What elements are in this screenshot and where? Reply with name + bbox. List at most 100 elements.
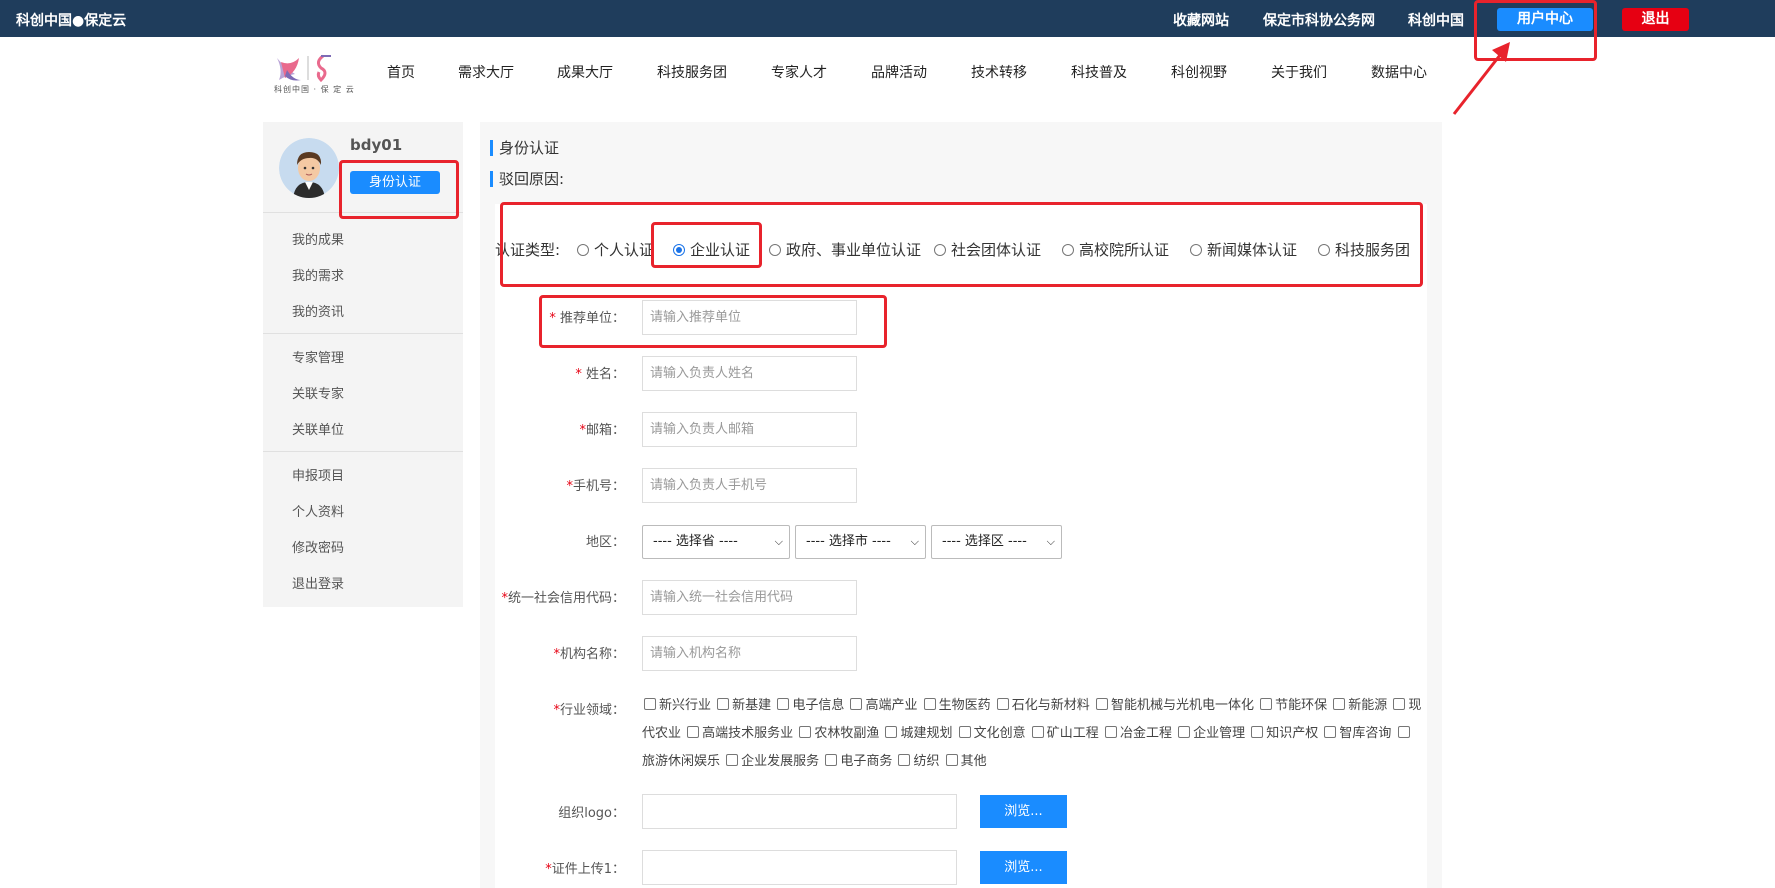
city-select[interactable]: ---- 选择市 ---- ⌵ (795, 525, 926, 559)
checkbox[interactable] (1104, 726, 1117, 738)
checkbox[interactable] (1260, 698, 1273, 710)
checkbox[interactable] (1393, 698, 1406, 710)
checkbox[interactable] (923, 698, 936, 710)
industry-option-label: 高端技术服务业 (702, 726, 794, 741)
name-input[interactable]: 请输入负责人姓名 (642, 356, 857, 391)
nav-sci-service-team[interactable]: 科技服务团 (657, 62, 727, 82)
industry-option[interactable]: 城建规划 (883, 726, 952, 741)
nav-tech-transfer[interactable]: 技术转移 (971, 62, 1027, 82)
industry-option[interactable]: 知识产权 (1249, 726, 1318, 741)
org-logo-file-field[interactable] (642, 794, 957, 829)
nav-brand-events[interactable]: 品牌活动 (871, 62, 927, 82)
industry-option[interactable]: 智能机械与光机电一体化 (1094, 698, 1254, 713)
site-logo[interactable]: 科创中国 · 保 定 云 (271, 50, 354, 96)
industry-option[interactable]: 纺织 (896, 754, 939, 769)
nav-achievement-hall[interactable]: 成果大厅 (557, 62, 613, 82)
checkbox[interactable] (1397, 726, 1410, 738)
industry-option[interactable]: 冶金工程 (1103, 726, 1172, 741)
checkbox[interactable] (996, 698, 1009, 710)
checkbox[interactable] (687, 726, 700, 738)
cert1-file-field[interactable] (642, 850, 957, 885)
email-label: *邮箱： (579, 423, 625, 438)
checkbox[interactable] (1324, 726, 1337, 738)
checkbox[interactable] (825, 754, 838, 766)
industry-option[interactable]: 文化创意 (957, 726, 1026, 741)
sidebar-item-my-news[interactable]: 我的资讯 (292, 301, 344, 320)
checkbox[interactable] (850, 698, 863, 710)
industry-option[interactable]: 智库咨询 (1322, 726, 1391, 741)
industry-option[interactable]: 高端技术服务业 (685, 726, 793, 741)
sidebar-item-expert-management[interactable]: 专家管理 (292, 347, 344, 366)
industry-option[interactable]: 石化与新材料 (995, 698, 1090, 713)
industry-option[interactable]: 农林牧副渔 (797, 726, 879, 741)
checkbox[interactable] (799, 726, 812, 738)
nav-data-center[interactable]: 数据中心 (1371, 62, 1427, 82)
org-logo-browse-button[interactable]: 浏览... (980, 795, 1067, 828)
logout-button[interactable]: 退出 (1622, 8, 1689, 31)
checkbox[interactable] (898, 754, 911, 766)
checkbox[interactable] (644, 698, 656, 710)
sidebar-item-logout[interactable]: 退出登录 (292, 573, 344, 592)
checkbox[interactable] (726, 754, 739, 766)
industry-option-label: 矿山工程 (1046, 726, 1099, 741)
checkbox[interactable] (777, 698, 790, 710)
industry-option-label: 其他 (960, 754, 987, 769)
sidebar-item-my-achievements[interactable]: 我的成果 (292, 229, 344, 248)
sidebar-item-my-demands[interactable]: 我的需求 (292, 265, 344, 284)
kechuang-china-link[interactable]: 科创中国 (1408, 10, 1464, 30)
industry-option[interactable]: 新兴行业 (642, 698, 711, 713)
nav-home[interactable]: 首页 (387, 62, 415, 82)
org-name-input[interactable]: 请输入机构名称 (642, 636, 857, 671)
industry-option[interactable]: 生物医药 (922, 698, 991, 713)
checkbox[interactable] (1333, 698, 1346, 710)
sidebar-item-apply-project[interactable]: 申报项目 (292, 465, 344, 484)
industry-option[interactable]: 新能源 (1331, 698, 1387, 713)
nav-demand-hall[interactable]: 需求大厅 (458, 62, 514, 82)
region-label: 地区： (585, 535, 625, 550)
checkbox[interactable] (1251, 726, 1264, 738)
industry-option-label: 节能环保 (1275, 698, 1328, 713)
industry-option[interactable]: 节能环保 (1258, 698, 1327, 713)
sidebar-item-change-password[interactable]: 修改密码 (292, 537, 344, 556)
industry-option-label: 新兴行业 (659, 698, 712, 713)
industry-option[interactable]: 新基建 (715, 698, 771, 713)
industry-option[interactable]: 企业发展服务 (724, 754, 819, 769)
checkbox[interactable] (1031, 726, 1044, 738)
reject-reason-label: 驳回原因: (490, 171, 564, 187)
industry-option-label: 石化与新材料 (1011, 698, 1090, 713)
industry-option[interactable]: 企业管理 (1176, 726, 1245, 741)
nav-innovation-vision[interactable]: 科创视野 (1171, 62, 1227, 82)
industry-option[interactable]: 电子信息 (775, 698, 844, 713)
credit-code-label: *统一社会信用代码： (501, 591, 625, 606)
phone-input[interactable]: 请输入负责人手机号 (642, 468, 857, 503)
highlight-enterprise (651, 222, 762, 268)
industry-option[interactable]: 电子商务 (823, 754, 892, 769)
nav-experts[interactable]: 专家人才 (771, 62, 827, 82)
username: bdy01 (350, 136, 403, 154)
baoding-cast-link[interactable]: 保定市科协公务网 (1263, 10, 1375, 30)
checkbox[interactable] (958, 726, 971, 738)
credit-code-input[interactable]: 请输入统一社会信用代码 (642, 580, 857, 615)
chevron-down-icon: ⌵ (910, 535, 919, 548)
sidebar-item-linked-units[interactable]: 关联单位 (292, 419, 344, 438)
nav-about-us[interactable]: 关于我们 (1271, 62, 1327, 82)
industry-option[interactable]: 其他 (944, 754, 987, 769)
checkbox[interactable] (1095, 698, 1108, 710)
bookmark-site-link[interactable]: 收藏网站 (1173, 10, 1229, 30)
sidebar-item-linked-experts[interactable]: 关联专家 (292, 383, 344, 402)
district-select[interactable]: ---- 选择区 ---- ⌵ (931, 525, 1062, 559)
checkbox[interactable] (885, 726, 898, 738)
checkbox[interactable] (1178, 726, 1191, 738)
province-select[interactable]: ---- 选择省 ---- ⌵ (642, 525, 790, 559)
industry-option-label: 新基建 (732, 698, 772, 713)
sidebar-item-profile[interactable]: 个人资料 (292, 501, 344, 520)
checkbox[interactable] (717, 698, 730, 710)
industry-option[interactable]: 矿山工程 (1030, 726, 1099, 741)
cert1-browse-button[interactable]: 浏览... (980, 851, 1067, 884)
email-input[interactable]: 请输入负责人邮箱 (642, 412, 857, 447)
nav-sci-popularization[interactable]: 科技普及 (1071, 62, 1127, 82)
checkbox[interactable] (945, 754, 958, 766)
industry-option[interactable]: 高端产业 (848, 698, 917, 713)
annotation-arrow-icon (1452, 42, 1510, 115)
industry-option-label: 旅游休闲娱乐 (642, 754, 721, 769)
